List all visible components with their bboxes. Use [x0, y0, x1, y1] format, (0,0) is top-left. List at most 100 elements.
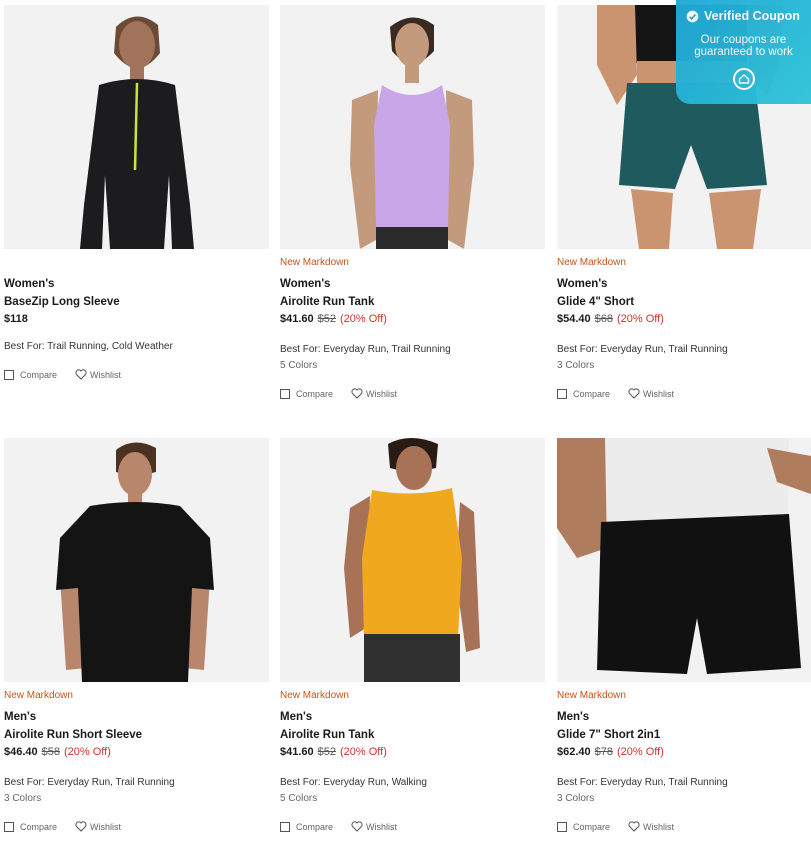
- coupon-title: Verified Coupon: [704, 9, 800, 23]
- product-image[interactable]: [4, 438, 269, 682]
- product-name[interactable]: Glide 7" Short 2in1: [557, 729, 660, 741]
- original-price: $52: [317, 313, 337, 325]
- color-count[interactable]: 5 Colors: [280, 793, 317, 804]
- color-count[interactable]: 3 Colors: [557, 360, 594, 371]
- markdown-badge: New Markdown: [557, 690, 626, 701]
- color-count[interactable]: 3 Colors: [557, 793, 594, 804]
- discount-label: (20% Off): [340, 313, 387, 325]
- product-pricing: $41.60 $52 (20% Off): [280, 746, 387, 758]
- product-pricing: $54.40 $68 (20% Off): [557, 313, 664, 325]
- heart-icon: [75, 821, 87, 832]
- product-name[interactable]: Airolite Run Short Sleeve: [4, 729, 142, 741]
- compare-label[interactable]: Compare: [296, 822, 333, 832]
- best-for: Best For: Trail Running, Cold Weather: [4, 341, 173, 352]
- discount-label: (20% Off): [64, 746, 111, 758]
- compare-checkbox[interactable]: [557, 388, 567, 399]
- markdown-badge: New Markdown: [280, 257, 349, 268]
- discount-label: (20% Off): [617, 746, 664, 758]
- compare-label[interactable]: Compare: [296, 389, 333, 399]
- coupon-subtitle: Our coupons are guaranteed to work: [676, 34, 811, 58]
- compare-label[interactable]: Compare: [20, 370, 57, 380]
- sale-price: $46.40: [4, 746, 38, 758]
- color-count[interactable]: 5 Colors: [280, 360, 317, 371]
- wishlist-button[interactable]: Wishlist: [351, 388, 397, 399]
- product-card: New Markdown Men's Glide 7" Short 2in1 $…: [557, 438, 811, 832]
- wishlist-button[interactable]: Wishlist: [628, 821, 674, 832]
- coupon-subtitle-line1: Our coupons are: [700, 34, 787, 46]
- product-name[interactable]: Airolite Run Tank: [280, 729, 374, 741]
- best-for: Best For: Everyday Run, Trail Running: [557, 344, 728, 355]
- wishlist-button[interactable]: Wishlist: [351, 821, 397, 832]
- product-actions: Compare Wishlist: [4, 821, 121, 832]
- product-card: New Markdown Men's Airolite Run Short Sl…: [4, 438, 269, 832]
- product-pricing: $41.60 $52 (20% Off): [280, 313, 387, 325]
- product-image[interactable]: [280, 438, 545, 682]
- best-for: Best For: Everyday Run, Trail Running: [557, 777, 728, 788]
- product-card: Women's BaseZip Long Sleeve $118 Best Fo…: [4, 5, 269, 380]
- wishlist-label: Wishlist: [90, 821, 122, 832]
- compare-checkbox[interactable]: [4, 821, 14, 832]
- wishlist-label: Wishlist: [90, 369, 122, 380]
- product-gender: Women's: [4, 278, 55, 290]
- sale-price: $41.60: [280, 746, 314, 758]
- product-pricing: $46.40 $58 (20% Off): [4, 746, 111, 758]
- wishlist-button[interactable]: Wishlist: [75, 821, 121, 832]
- product-actions: Compare Wishlist: [280, 821, 397, 832]
- product-image[interactable]: [557, 438, 811, 682]
- product-image[interactable]: [4, 5, 269, 249]
- discount-label: (20% Off): [617, 313, 664, 325]
- product-photo: [344, 438, 480, 682]
- heart-icon: [628, 821, 640, 832]
- wishlist-label: Wishlist: [643, 821, 675, 832]
- best-for: Best For: Everyday Run, Trail Running: [4, 777, 175, 788]
- product-photo: [56, 442, 214, 682]
- compare-checkbox[interactable]: [280, 821, 290, 832]
- product-name[interactable]: Airolite Run Tank: [280, 296, 374, 308]
- discount-label: (20% Off): [340, 746, 387, 758]
- product-pricing: $118: [4, 313, 28, 325]
- home-icon[interactable]: [733, 68, 755, 90]
- product-name[interactable]: Glide 4" Short: [557, 296, 634, 308]
- product-name[interactable]: BaseZip Long Sleeve: [4, 296, 120, 308]
- product-pricing: $62.40 $78 (20% Off): [557, 746, 664, 758]
- original-price: $58: [41, 746, 61, 758]
- wishlist-button[interactable]: Wishlist: [75, 369, 121, 380]
- coupon-subtitle-line2: guaranteed to work: [694, 46, 793, 58]
- sale-price: $54.40: [557, 313, 591, 325]
- best-for: Best For: Everyday Run, Walking: [280, 777, 427, 788]
- heart-icon: [628, 388, 640, 399]
- markdown-badge: New Markdown: [280, 690, 349, 701]
- product-actions: Compare Wishlist: [280, 388, 397, 399]
- product-gender: Men's: [557, 711, 590, 723]
- wishlist-label: Wishlist: [366, 821, 398, 832]
- product-card: New Markdown Women's Airolite Run Tank $…: [280, 5, 545, 399]
- product-photo: [80, 16, 194, 249]
- product-image[interactable]: [280, 5, 545, 249]
- sale-price: $41.60: [280, 313, 314, 325]
- compare-checkbox[interactable]: [4, 369, 14, 380]
- product-photo: [557, 438, 811, 674]
- product-photo: [350, 17, 474, 249]
- compare-checkbox[interactable]: [280, 388, 290, 399]
- sale-price: $62.40: [557, 746, 591, 758]
- wishlist-label: Wishlist: [643, 388, 675, 399]
- product-gender: Men's: [280, 711, 313, 723]
- product-gender: Women's: [557, 278, 608, 290]
- color-count[interactable]: 3 Colors: [4, 793, 41, 804]
- coupon-title-row: Verified Coupon: [686, 9, 800, 23]
- compare-label[interactable]: Compare: [20, 822, 57, 832]
- compare-checkbox[interactable]: [557, 821, 567, 832]
- compare-label[interactable]: Compare: [573, 822, 610, 832]
- verified-coupon-popup[interactable]: Verified Coupon Our coupons are guarante…: [676, 0, 811, 104]
- heart-icon: [351, 388, 363, 399]
- product-gender: Women's: [280, 278, 331, 290]
- compare-label[interactable]: Compare: [573, 389, 610, 399]
- heart-icon: [351, 821, 363, 832]
- house-glyph: [738, 74, 750, 84]
- product-actions: Compare Wishlist: [557, 821, 674, 832]
- price: $118: [4, 313, 28, 325]
- original-price: $68: [594, 313, 614, 325]
- wishlist-button[interactable]: Wishlist: [628, 388, 674, 399]
- product-card: New Markdown Men's Airolite Run Tank $41…: [280, 438, 545, 832]
- markdown-badge: New Markdown: [4, 690, 73, 701]
